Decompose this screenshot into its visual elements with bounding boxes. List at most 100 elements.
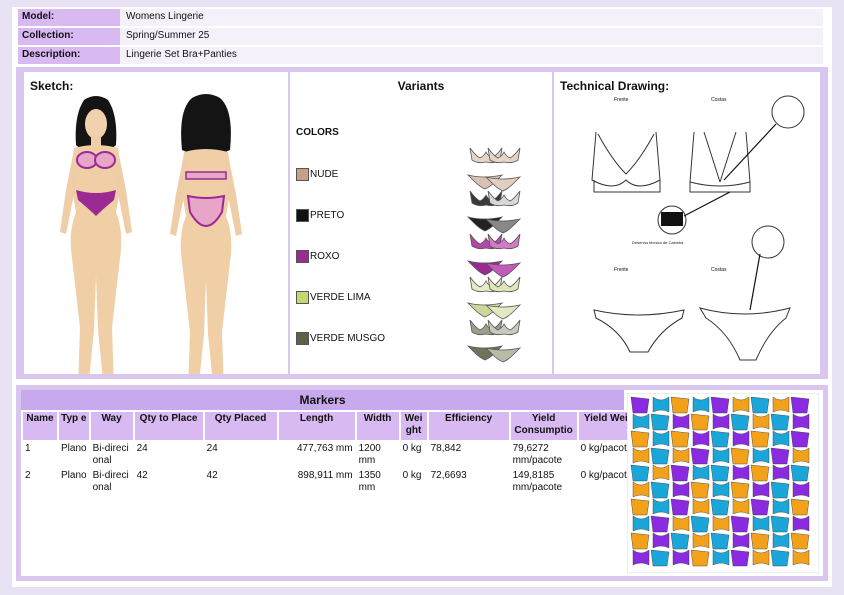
marker-piece (710, 396, 730, 414)
cell: 1350 mm (358, 470, 381, 493)
col-width: Width (356, 412, 399, 440)
col-name: Name (23, 412, 57, 440)
marker-piece (670, 396, 690, 414)
marker-piece (790, 430, 810, 448)
marker-piece (750, 396, 770, 414)
detail-circle-right (751, 225, 785, 259)
col-way: Way (90, 412, 133, 440)
variant-verde-musgo (467, 319, 521, 363)
bra-front-drawing (591, 131, 661, 187)
sketch-panel: Sketch: (24, 72, 288, 394)
variant-preto (467, 190, 521, 234)
cell: 79,6272 mm/pacote (512, 443, 563, 466)
model-label: Model: (18, 9, 120, 26)
marker-piece (770, 413, 790, 431)
variants-panel: Variants COLORS NUDE PRETO ROXO VERDE LI… (290, 72, 552, 374)
marker-piece (630, 498, 650, 516)
col-weight: Wei ght (400, 412, 427, 440)
marker-piece (750, 430, 770, 448)
marker-piece (750, 532, 770, 550)
marker-piece (690, 515, 710, 533)
cell: 24 (136, 443, 148, 454)
marker-piece (690, 549, 710, 567)
cell: 72,6693 (430, 470, 467, 481)
panties-back-drawing (698, 307, 791, 361)
back-figure (170, 94, 242, 394)
markers-title: Markers (21, 390, 624, 410)
marker-piece (730, 481, 750, 499)
cell: Bi-direci onal (92, 443, 129, 466)
bra-back-drawing (689, 131, 751, 187)
markers-inner: Markers Name Typ e Way Qty to Place Qty … (21, 390, 823, 576)
marker-piece (670, 430, 690, 448)
col-type: Typ e (59, 412, 89, 440)
detail-caption: Desenho técnico de Cabinha (632, 240, 684, 245)
markers-header-row: Name Typ e Way Qty to Place Qty Placed L… (23, 412, 649, 440)
cell: 1200 mm (358, 443, 381, 466)
col-yield-consumption: Yield Consumptio (510, 412, 577, 440)
marker-piece (690, 413, 710, 431)
back-label: Costas (711, 97, 727, 103)
model-row: Model: Womens Lingerie (18, 9, 823, 26)
marker-piece (770, 515, 790, 533)
cell: 42 (206, 470, 218, 481)
marker-piece (710, 532, 730, 550)
marker-piece (690, 447, 710, 465)
variant-nude (467, 147, 521, 192)
marker-piece (650, 515, 670, 533)
cell: 0 kg (402, 443, 422, 454)
marker-piece (730, 413, 750, 431)
variant-roxo (467, 233, 521, 278)
front-label-2: Frente (614, 267, 629, 273)
marker-piece (770, 447, 790, 465)
variant-thumbnails (467, 147, 521, 363)
cell: 78,842 (430, 443, 462, 454)
cell: 2 (25, 470, 31, 481)
panels-row: Sketch: Variants COLORS NUDE PRETO ROXO … (16, 67, 828, 394)
marker-piece (710, 498, 730, 516)
collection-value: Spring/Summer 25 (120, 28, 823, 45)
marker-piece (730, 447, 750, 465)
marker-piece (630, 396, 650, 414)
marker-piece (770, 549, 790, 567)
cell: 24 (206, 443, 218, 454)
cell: 898,911 mm (297, 470, 353, 481)
markers-table: Name Typ e Way Qty to Place Qty Placed L… (21, 412, 651, 494)
marker-piece (750, 498, 770, 516)
marker-piece (710, 430, 730, 448)
marker-piece (690, 481, 710, 499)
technical-panel: Technical Drawing: Frente Costas Frente … (554, 72, 820, 374)
detail-circle-top (771, 95, 805, 129)
col-qty-placed: Qty Placed (204, 412, 277, 440)
marker-piece (790, 464, 810, 482)
marker-piece (670, 498, 690, 516)
table-row: 2 Plano Bi-direci onal 42 42 898,911 mm … (23, 467, 649, 494)
model-value: Womens Lingerie (120, 9, 823, 26)
marker-piece (650, 447, 670, 465)
front-figure (60, 96, 132, 390)
variant-verde-lima (467, 276, 521, 320)
marker-piece (730, 549, 750, 567)
collection-label: Collection: (18, 28, 120, 45)
cell: 0 kg (402, 470, 422, 481)
marker-piece (790, 532, 810, 550)
table-row: 1 Plano Bi-direci onal 24 24 477,763 mm … (23, 440, 649, 467)
marker-layout-image (627, 393, 819, 573)
marker-piece (770, 481, 790, 499)
collection-row: Collection: Spring/Summer 25 (18, 28, 823, 45)
back-label-2: Costas (711, 267, 727, 273)
sketch-figures (60, 94, 242, 394)
description-label: Description: (18, 47, 120, 64)
cell: 149,8185 mm/pacote (512, 470, 563, 493)
cell: Plano (61, 443, 87, 454)
marker-piece (750, 464, 770, 482)
cell: 42 (136, 470, 148, 481)
technical-drawings (591, 95, 805, 361)
marker-piece (790, 396, 810, 414)
marker-piece (670, 532, 690, 550)
markers-section: Markers Name Typ e Way Qty to Place Qty … (16, 385, 828, 581)
description-row: Description: Lingerie Set Bra+Panties (18, 47, 823, 64)
marker-piece (730, 515, 750, 533)
marker-piece (670, 464, 690, 482)
cell: 477,763 mm (296, 443, 353, 454)
